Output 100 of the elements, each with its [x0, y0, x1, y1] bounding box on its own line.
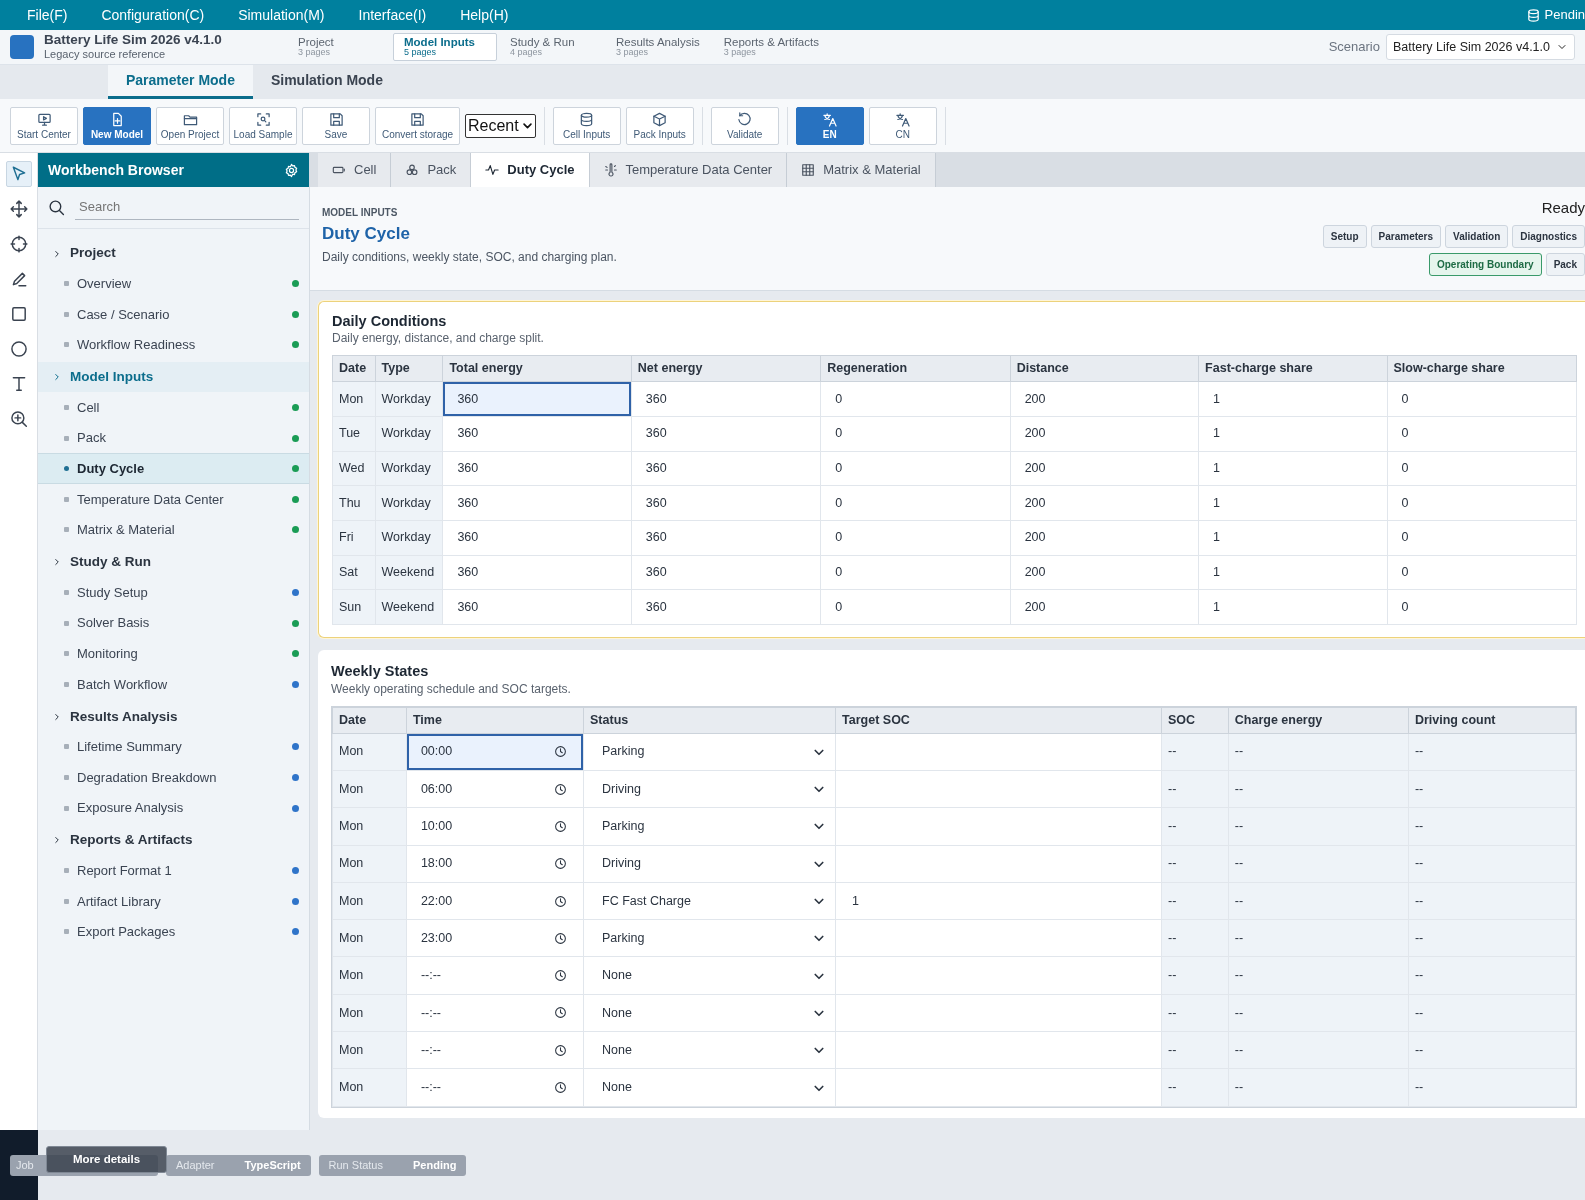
input-cell[interactable]: 1 — [1198, 381, 1387, 417]
input-cell[interactable]: 1 — [1198, 520, 1387, 556]
tree-item[interactable]: Artifact Library — [38, 886, 309, 917]
tree-item[interactable]: Report Format 1 — [38, 855, 309, 886]
section-tab[interactable]: Study & Run 4 pages — [499, 32, 603, 62]
tree-item[interactable]: Duty Cycle — [38, 453, 309, 485]
input-cell[interactable]: 360 — [631, 416, 821, 452]
input-cell[interactable]: 0 — [1387, 589, 1577, 625]
tree-item[interactable]: Monitoring — [38, 638, 309, 670]
input-cell[interactable]: 0 — [820, 381, 1011, 417]
toolbar-button[interactable]: New Model — [83, 106, 151, 145]
tree-item[interactable]: Batch Workflow — [38, 669, 309, 700]
time-field[interactable]: 23:00 — [406, 920, 583, 957]
tree-item[interactable]: Study Setup — [38, 577, 309, 608]
menu-item[interactable]: File(F) — [27, 4, 68, 26]
input-cell[interactable]: 360 — [442, 485, 632, 521]
status-dropdown[interactable]: Driving — [584, 771, 836, 808]
filter-chip[interactable]: Pack — [1545, 252, 1585, 276]
input-cell[interactable]: 360 — [631, 451, 821, 486]
tree-group[interactable]: Study & Run — [38, 547, 309, 578]
tree-item[interactable]: Matrix & Material — [38, 514, 309, 546]
input-cell[interactable]: 1 — [1198, 555, 1387, 590]
input-cell[interactable]: 200 — [1010, 555, 1199, 590]
input-cell[interactable] — [835, 1068, 1162, 1107]
tree-group[interactable]: Reports & Artifacts — [38, 825, 309, 856]
section-tab[interactable]: Reports & Artifacts 3 pages — [712, 32, 830, 62]
tree-group[interactable]: Results Analysis — [38, 701, 309, 732]
time-field[interactable]: --:-- — [406, 1032, 583, 1069]
input-cell[interactable] — [835, 807, 1162, 846]
input-cell[interactable] — [835, 770, 1162, 808]
tree-item[interactable]: Pack — [38, 422, 309, 454]
page-tab[interactable]: Temperature Data Center — [589, 153, 788, 187]
time-field[interactable]: --:-- — [406, 1069, 583, 1106]
input-cell[interactable]: 0 — [820, 451, 1011, 486]
chip-button[interactable]: Diagnostics — [1512, 224, 1585, 248]
tree-item[interactable]: Temperature Data Center — [38, 484, 309, 515]
tree-item[interactable]: Export Packages — [38, 916, 309, 948]
status-dropdown[interactable]: FC Fast Charge — [584, 882, 836, 920]
input-cell[interactable]: 0 — [1387, 416, 1577, 452]
time-field[interactable]: 06:00 — [406, 771, 583, 808]
toolbar-button[interactable]: Start Center — [10, 106, 78, 145]
toolbar-button[interactable]: Convert storage — [375, 106, 460, 145]
filter-chip[interactable]: Operating Boundary — [1428, 252, 1542, 276]
menu-item[interactable]: Interface(I) — [358, 4, 427, 26]
menu-item[interactable]: Simulation(M) — [238, 4, 325, 26]
mode-tab[interactable]: Parameter Mode — [108, 65, 253, 99]
input-cell[interactable] — [835, 919, 1162, 957]
menu-item[interactable]: Help(H) — [460, 4, 509, 26]
input-cell[interactable]: 360 — [631, 520, 821, 556]
input-cell[interactable]: 200 — [1010, 381, 1199, 417]
time-field[interactable]: 22:00 — [406, 882, 583, 920]
time-field[interactable]: 18:00 — [406, 845, 583, 882]
status-dropdown[interactable]: None — [584, 1032, 836, 1069]
input-cell[interactable]: 0 — [820, 520, 1011, 556]
tree-item[interactable]: Case / Scenario — [38, 299, 309, 330]
settings-icon[interactable] — [284, 162, 299, 178]
toolbar-button[interactable]: Load Sample — [229, 106, 297, 145]
toolbar-button[interactable]: CN — [868, 106, 937, 145]
status-dropdown[interactable]: Parking — [584, 920, 836, 957]
page-tab[interactable]: Cell — [318, 153, 392, 187]
input-cell[interactable]: 0 — [1387, 451, 1577, 486]
toolbar-button[interactable]: Open Project — [156, 106, 224, 145]
input-cell[interactable] — [835, 956, 1162, 995]
input-cell[interactable]: 1 — [835, 882, 1162, 920]
tree-item[interactable]: Solver Basis — [38, 607, 309, 639]
tree-item[interactable]: Cell — [38, 392, 309, 423]
input-cell[interactable]: 200 — [1010, 451, 1199, 486]
input-cell[interactable]: 200 — [1010, 485, 1199, 521]
page-tab[interactable]: Pack — [391, 153, 472, 187]
input-cell[interactable]: 200 — [1010, 589, 1199, 625]
section-tab[interactable]: Project 3 pages — [287, 32, 391, 62]
input-cell[interactable]: 0 — [820, 485, 1011, 521]
toolbar-button[interactable]: Pack Inputs — [625, 106, 694, 145]
input-cell[interactable]: 0 — [820, 555, 1011, 590]
section-tab[interactable]: Model Inputs 5 pages — [393, 32, 497, 62]
scenario-select[interactable]: Battery Life Sim 2026 v4.1.0 — [1385, 33, 1575, 61]
input-cell[interactable]: 1 — [1198, 451, 1387, 486]
chip-button[interactable]: Parameters — [1370, 224, 1442, 248]
tree-item[interactable]: Lifetime Summary — [38, 731, 309, 763]
input-cell[interactable]: 360 — [442, 555, 632, 590]
toolbar-button[interactable]: EN — [795, 106, 864, 145]
status-dropdown[interactable]: None — [584, 994, 836, 1032]
status-dropdown[interactable]: Parking — [584, 808, 836, 845]
tree-group[interactable]: Project — [38, 238, 309, 269]
input-cell[interactable]: 1 — [1198, 485, 1387, 521]
time-field[interactable]: 00:00 — [406, 733, 583, 770]
input-cell[interactable] — [835, 994, 1162, 1032]
input-cell[interactable]: 200 — [1010, 416, 1199, 452]
chip-button[interactable]: Setup — [1322, 224, 1367, 248]
input-cell[interactable]: 0 — [1387, 381, 1577, 417]
input-cell[interactable]: 360 — [442, 520, 632, 556]
input-cell[interactable]: 360 — [631, 555, 821, 590]
input-cell[interactable]: 0 — [1387, 485, 1577, 521]
menu-item[interactable]: Configuration(C) — [101, 4, 205, 26]
input-cell[interactable]: 0 — [1387, 555, 1577, 590]
tree-item[interactable]: Overview — [38, 268, 309, 300]
input-cell[interactable] — [835, 1031, 1162, 1069]
input-cell[interactable]: 360 — [631, 381, 821, 417]
input-cell[interactable]: 360 — [631, 485, 821, 521]
input-cell[interactable]: 200 — [1010, 520, 1199, 556]
